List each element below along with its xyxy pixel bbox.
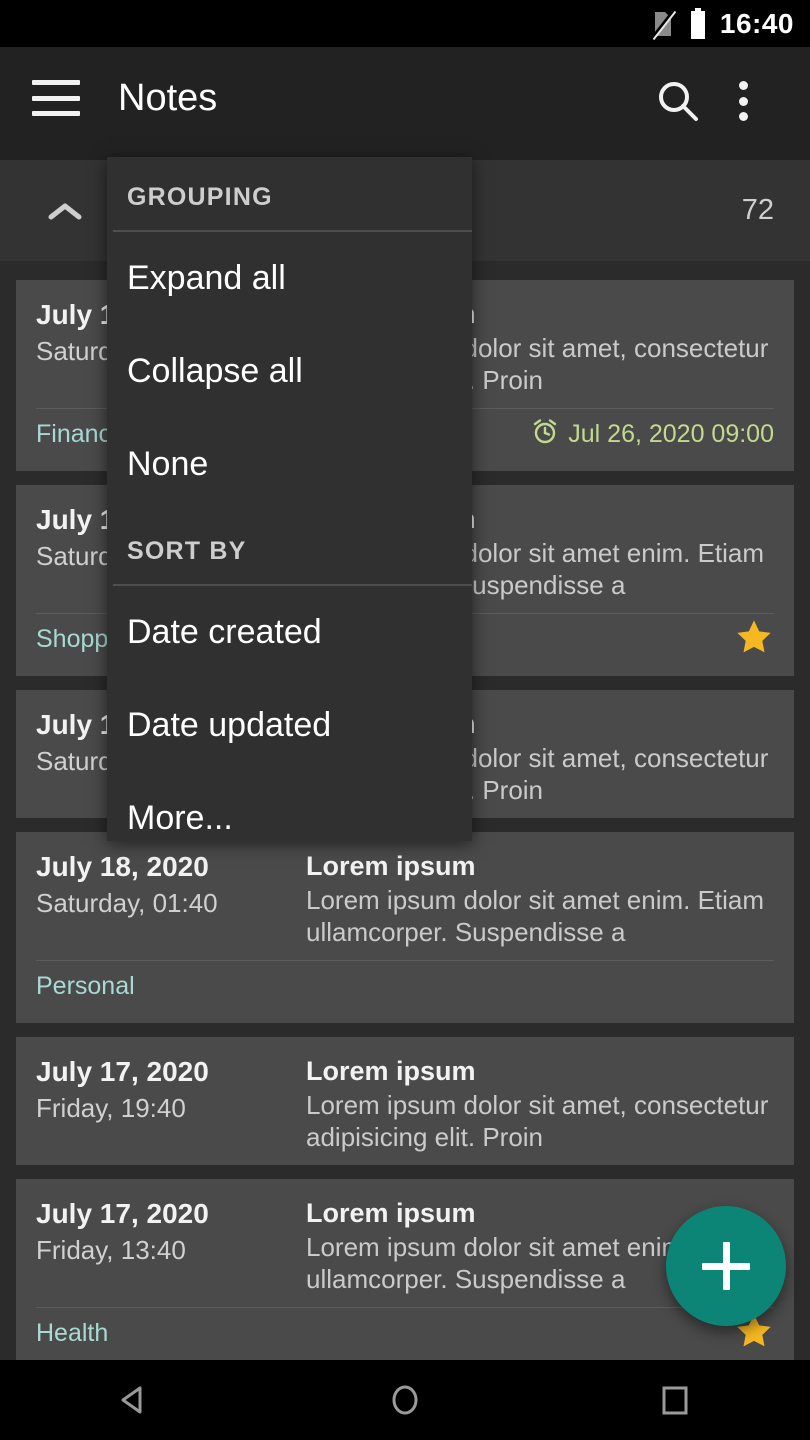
star-icon[interactable] bbox=[734, 617, 774, 662]
android-nav-bar bbox=[0, 1360, 810, 1440]
battery-icon bbox=[688, 7, 708, 40]
page-title[interactable]: Notes bbox=[118, 75, 217, 121]
status-bar: 16:40 bbox=[0, 0, 810, 47]
menu-section-header: SORT BY bbox=[127, 537, 247, 565]
note-date: July 17, 2020 bbox=[36, 1198, 209, 1229]
menu-item-expand-all[interactable]: Expand all bbox=[107, 232, 472, 325]
note-day-time: Friday, 19:40 bbox=[36, 1093, 186, 1123]
note-reminder-text: Jul 26, 2020 09:00 bbox=[568, 419, 774, 448]
overflow-menu-icon[interactable] bbox=[720, 77, 766, 125]
nav-back-button[interactable] bbox=[75, 1360, 195, 1440]
app-bar: Notes bbox=[0, 47, 810, 189]
note-day-time: Friday, 13:40 bbox=[36, 1235, 186, 1265]
note-title: Lorem ipsum bbox=[306, 1056, 476, 1086]
group-count: 72 bbox=[741, 194, 774, 226]
search-icon[interactable] bbox=[654, 77, 702, 130]
note-card[interactable]: July 17, 2020 Friday, 19:40 Lorem ipsum Lor… bbox=[16, 1037, 794, 1165]
grouping-sort-dropdown-menu[interactable]: GROUPING Expand all Collapse all None SORT B… bbox=[107, 157, 472, 841]
menu-item-collapse-all[interactable]: Collapse all bbox=[107, 325, 472, 418]
menu-item-date-created[interactable]: Date created bbox=[107, 586, 472, 679]
note-tag[interactable]: Personal bbox=[36, 972, 135, 1001]
menu-section-header: GROUPING bbox=[127, 183, 273, 211]
note-body: Lorem ipsum dolor sit amet enim. Etiam u… bbox=[306, 885, 765, 947]
menu-item-none[interactable]: None bbox=[107, 418, 472, 511]
alarm-clock-icon bbox=[531, 417, 559, 452]
note-reminder[interactable]: Jul 26, 2020 09:00 bbox=[531, 417, 774, 452]
status-bar-clock: 16:40 bbox=[719, 7, 794, 39]
menu-item-more[interactable]: More... bbox=[107, 772, 472, 865]
add-note-fab[interactable] bbox=[666, 1206, 786, 1326]
note-footer: Health bbox=[36, 1308, 774, 1358]
chevron-up-icon[interactable] bbox=[48, 202, 82, 222]
note-day-time: Saturday, 01:40 bbox=[36, 888, 218, 918]
note-footer: Personal bbox=[36, 961, 774, 1011]
menu-item-date-updated[interactable]: Date updated bbox=[107, 679, 472, 772]
nav-recents-button[interactable] bbox=[615, 1360, 735, 1440]
no-sim-icon bbox=[650, 8, 676, 40]
note-body: Lorem ipsum dolor sit amet, consectetur … bbox=[306, 1090, 769, 1152]
hamburger-icon[interactable] bbox=[32, 80, 80, 116]
note-date: July 17, 2020 bbox=[36, 1056, 209, 1087]
note-tag[interactable]: Health bbox=[36, 1319, 108, 1348]
nav-home-button[interactable] bbox=[345, 1360, 465, 1440]
plus-icon-vertical bbox=[722, 1242, 730, 1290]
phone-screen: 16:40 Notes 72 July 18, 2020Saturday, 09… bbox=[0, 0, 810, 1440]
